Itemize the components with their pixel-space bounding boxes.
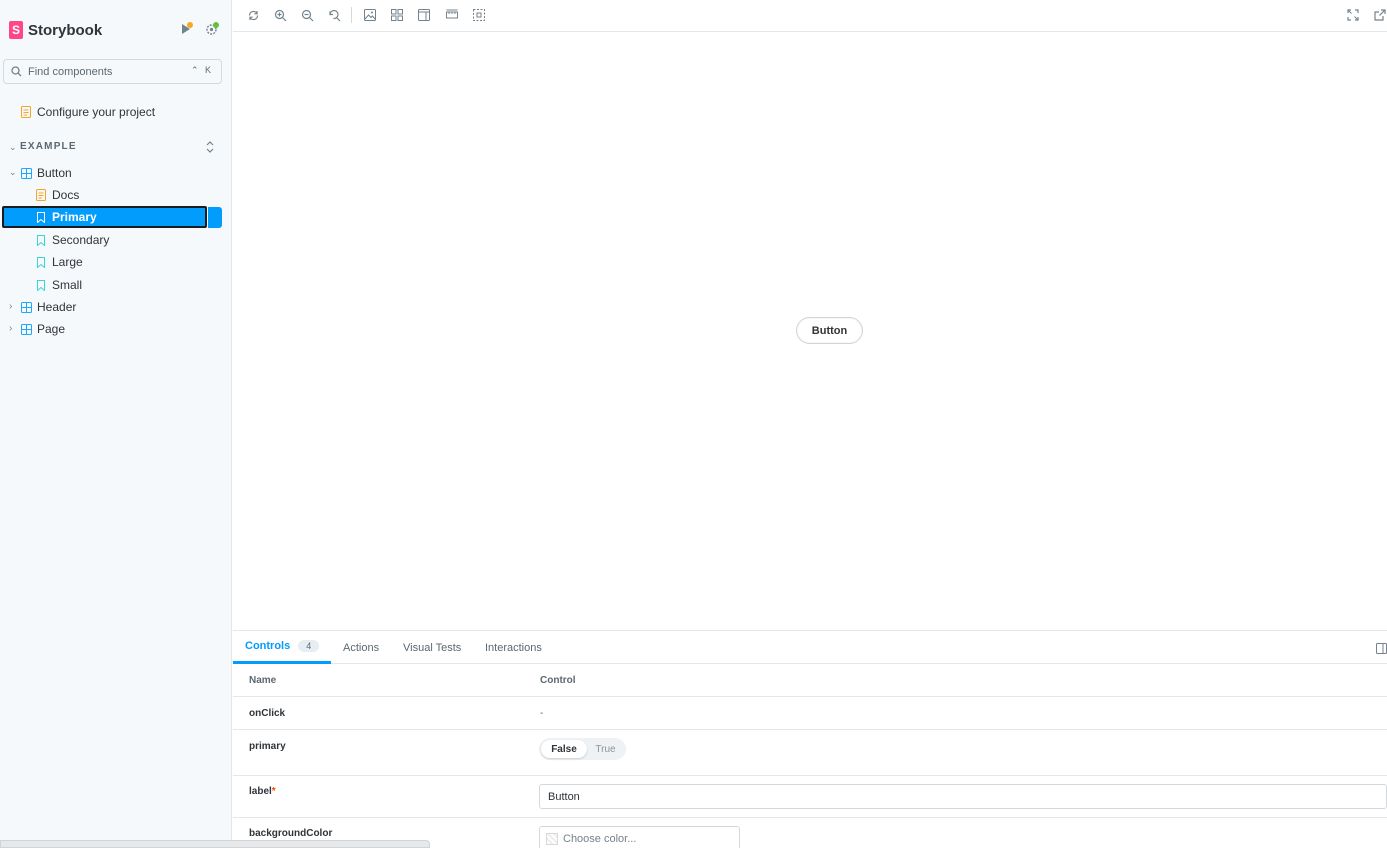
tab-label: Actions xyxy=(343,641,380,654)
onboarding-flag-icon[interactable] xyxy=(178,21,194,37)
sidebar-item-button[interactable]: Button xyxy=(20,162,72,184)
storybook-logo-icon: S xyxy=(9,21,23,39)
sidebar-item-large[interactable]: Large xyxy=(35,251,83,273)
addon-panel: Controls 4 Actions Visual Tests Interact… xyxy=(233,630,1387,848)
zoom-out-icon[interactable] xyxy=(300,8,314,22)
tab-label: Controls xyxy=(245,640,291,652)
outline-icon[interactable] xyxy=(472,8,486,22)
story-canvas: Button xyxy=(233,32,1387,630)
horizontal-scrollbar[interactable] xyxy=(0,840,430,848)
open-new-tab-icon[interactable] xyxy=(1373,8,1387,22)
demo-button[interactable]: Button xyxy=(796,317,863,344)
required-mark: * xyxy=(271,786,276,797)
sidebar-item-secondary[interactable]: Secondary xyxy=(35,229,109,251)
zoom-in-icon[interactable] xyxy=(273,8,287,22)
expand-collapse-icon[interactable] xyxy=(205,139,215,160)
chevron-down-icon[interactable]: ⌄ xyxy=(9,142,17,153)
sidebar-item-label: Large xyxy=(52,255,83,269)
table-row: label* xyxy=(233,776,1387,818)
preview-toolbar xyxy=(233,0,1387,32)
section-label[interactable]: EXAMPLE xyxy=(20,141,77,152)
search-box[interactable]: ⌃ K xyxy=(3,59,222,84)
color-picker[interactable]: Choose color... xyxy=(539,826,740,848)
table-row: onClick - xyxy=(233,697,1387,730)
grid-icon[interactable] xyxy=(390,8,404,22)
viewport-icon[interactable] xyxy=(417,8,431,22)
addon-tabs: Controls 4 Actions Visual Tests Interact… xyxy=(233,631,1387,664)
arg-value: - xyxy=(540,708,544,719)
arg-name: backgroundColor xyxy=(249,828,333,839)
brand[interactable]: S Storybook xyxy=(9,20,102,40)
table-row: primary False True xyxy=(233,730,1387,776)
chevron-right-icon[interactable]: › xyxy=(9,301,12,312)
tab-interactions[interactable]: Interactions xyxy=(485,631,542,664)
reload-icon[interactable] xyxy=(246,8,260,22)
bookmark-icon xyxy=(35,279,47,291)
fullscreen-icon[interactable] xyxy=(1346,8,1360,22)
search-shortcut: ⌃ K xyxy=(190,65,213,75)
sidebar-item-primary[interactable]: Primary xyxy=(2,206,207,228)
bookmark-icon xyxy=(35,234,47,246)
document-icon xyxy=(20,106,32,118)
sidebar-item-label: Page xyxy=(37,322,66,336)
background-image-icon[interactable] xyxy=(363,8,377,22)
sidebar-item-label: Button xyxy=(37,166,72,180)
chevron-right-icon[interactable]: › xyxy=(9,323,12,334)
sidebar-item-page[interactable]: Page xyxy=(20,318,65,340)
brand-name: Storybook xyxy=(28,21,103,39)
search-icon xyxy=(11,66,22,77)
column-name: Name xyxy=(249,675,277,686)
component-icon xyxy=(20,323,32,335)
component-icon xyxy=(20,167,32,179)
sidebar: S Storybook ⌃ K Configure your project ⌄… xyxy=(0,0,232,848)
settings-gear-icon[interactable] xyxy=(203,21,219,37)
toggle-false-option[interactable]: False xyxy=(541,740,587,758)
sidebar-item-label: Header xyxy=(37,300,77,314)
color-placeholder: Choose color... xyxy=(563,833,637,845)
panel-orientation-icon[interactable] xyxy=(1376,641,1387,659)
notification-dot xyxy=(187,22,193,28)
component-icon xyxy=(20,301,32,313)
arg-name: onClick xyxy=(249,708,286,719)
label-input[interactable] xyxy=(539,784,1387,809)
toggle-true-option[interactable]: True xyxy=(587,740,624,758)
tab-controls[interactable]: Controls 4 xyxy=(233,631,331,664)
sidebar-item-label: Primary xyxy=(52,210,97,224)
tab-label: Visual Tests xyxy=(403,641,462,654)
bookmark-icon xyxy=(35,211,47,223)
sidebar-item-label: Docs xyxy=(52,188,80,202)
color-swatch-icon xyxy=(546,833,558,845)
arg-name: primary xyxy=(249,741,286,752)
boolean-toggle[interactable]: False True xyxy=(539,738,626,760)
count-badge: 4 xyxy=(298,640,320,652)
status-dot xyxy=(213,22,219,28)
sidebar-item-configure[interactable]: Configure your project xyxy=(20,101,155,123)
sidebar-item-docs[interactable]: Docs xyxy=(35,184,79,206)
sidebar-item-label: Secondary xyxy=(52,233,110,247)
sidebar-item-small[interactable]: Small xyxy=(35,274,82,296)
args-table-header: Name Control xyxy=(233,664,1387,697)
selection-handle xyxy=(208,207,222,228)
measure-icon[interactable] xyxy=(445,8,459,22)
zoom-reset-icon[interactable] xyxy=(327,8,341,22)
sidebar-item-header[interactable]: Header xyxy=(20,296,76,318)
tab-label: Interactions xyxy=(485,641,542,654)
document-icon xyxy=(35,189,47,201)
column-control: Control xyxy=(540,675,576,686)
toolbar-divider xyxy=(351,7,352,23)
search-input[interactable] xyxy=(28,65,188,78)
tab-actions[interactable]: Actions xyxy=(343,631,379,664)
sidebar-item-label: Small xyxy=(52,278,83,292)
chevron-down-icon[interactable]: ⌄ xyxy=(9,167,17,178)
tab-visual-tests[interactable]: Visual Tests xyxy=(403,631,461,664)
sidebar-item-label: Configure your project xyxy=(37,105,156,119)
bookmark-icon xyxy=(35,256,47,268)
arg-name: label* xyxy=(249,786,276,797)
